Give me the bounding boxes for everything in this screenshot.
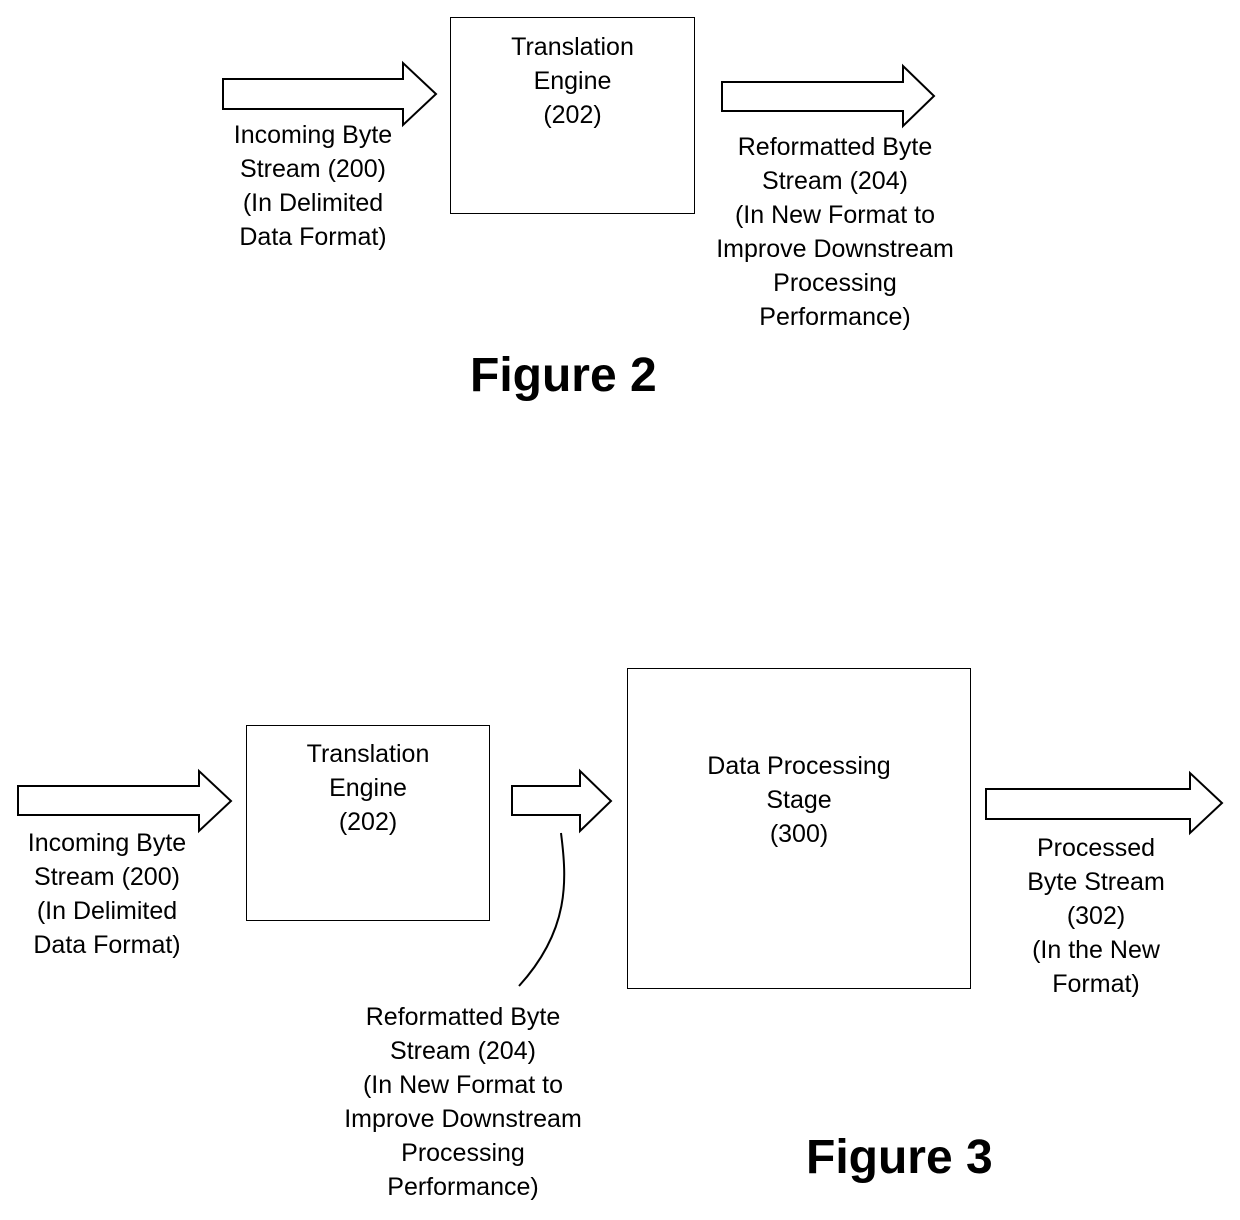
fig3-intermediate-label: Reformatted Byte Stream (204) (In New Fo…	[344, 1003, 582, 1201]
fig3-leader-line	[518, 832, 566, 987]
fig2-output-arrow	[721, 63, 936, 129]
fig3-title: Figure 3	[806, 1131, 993, 1184]
fig3-output-label: Processed Byte Stream (302) (In the New …	[1027, 834, 1165, 998]
fig2-title: Figure 2	[470, 349, 657, 402]
fig2-input-arrow	[222, 60, 438, 128]
fig3-intermediate-arrow	[511, 768, 613, 834]
fig2-translation-engine-box: Translation Engine (202)	[450, 17, 695, 214]
fig3-input-arrow	[17, 768, 233, 834]
fig3-input-label: Incoming Byte Stream (200) (In Delimited…	[27, 829, 187, 959]
fig3-translation-engine-box: Translation Engine (202)	[246, 725, 490, 921]
fig3-translation-engine-label: Translation Engine (202)	[306, 740, 430, 836]
fig2-output-label: Reformatted Byte Stream (204) (In New Fo…	[716, 133, 954, 331]
fig2-translation-engine-label: Translation Engine (202)	[511, 33, 634, 129]
fig3-output-arrow	[985, 770, 1224, 836]
fig3-data-processing-stage-box: Data Processing Stage (300)	[627, 668, 971, 989]
fig2-input-label: Incoming Byte Stream (200) (In Delimited…	[233, 121, 393, 251]
fig3-data-processing-stage-label: Data Processing Stage (300)	[707, 752, 891, 848]
